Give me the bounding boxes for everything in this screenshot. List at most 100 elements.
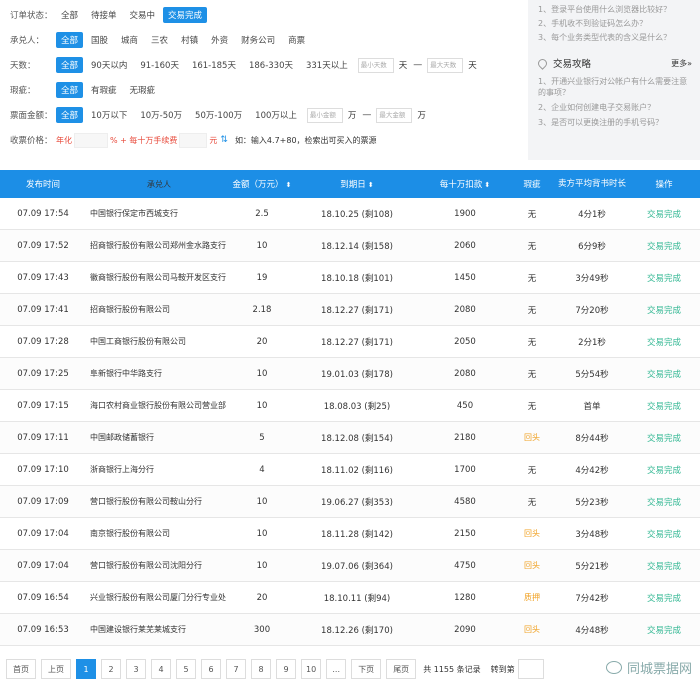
goto-page-input[interactable] [517, 659, 544, 679]
option-trading[interactable]: 交易中 [125, 7, 161, 23]
deduction-cell: 1450 [454, 272, 476, 283]
acceptor-cell: 阜新银行中华路支行 [90, 369, 162, 378]
filter-order-status: 订单状态： 全部 待接单 交易中 交易完成 [10, 4, 528, 26]
endorse-time-cell: 3分48秒 [575, 529, 609, 540]
option-all[interactable]: 全部 [56, 32, 84, 48]
option-sannong[interactable]: 三农 [146, 32, 173, 48]
endorse-time-cell: 首单 [583, 401, 601, 412]
filter-amount: 票面金额： 全部 10万以下 10万-50万 50万-100万 100万以上 最… [10, 104, 528, 126]
faq-link[interactable]: 2、手机收不到验证码怎么办？ [538, 18, 692, 30]
col-due-date[interactable]: 到期日 ⬍ [292, 178, 422, 190]
trade-done-link[interactable]: 交易完成 [628, 336, 700, 348]
option-pending[interactable]: 待接单 [86, 7, 122, 23]
flaw-cell: 无 [527, 497, 537, 508]
option-days-161-185[interactable]: 161-185天 [187, 57, 241, 73]
filter-label: 瑕疵： [10, 86, 36, 96]
trade-done-link[interactable]: 交易完成 [628, 592, 700, 604]
page-number-button[interactable]: 2 [101, 659, 121, 679]
trade-done-link[interactable]: 交易完成 [628, 432, 700, 444]
page-number-button[interactable]: 4 [151, 659, 171, 679]
guide-link[interactable]: 2、企业如何创建电子交易账户？ [538, 102, 692, 113]
option-amount-50-100[interactable]: 50万-100万 [190, 107, 247, 123]
trade-done-link[interactable]: 交易完成 [628, 496, 700, 508]
max-days-input[interactable]: 最大天数 [427, 57, 464, 73]
option-amount-10[interactable]: 10万以下 [86, 107, 132, 123]
trade-done-link[interactable]: 交易完成 [628, 240, 700, 252]
option-waizi[interactable]: 外资 [206, 32, 233, 48]
sort-toggle-icon[interactable]: ⇅ [220, 135, 228, 145]
page-number-button[interactable]: 7 [226, 659, 246, 679]
option-days-91-160[interactable]: 91-160天 [135, 57, 184, 73]
due-date-cell: 18.10.18 (剩101) [321, 273, 393, 284]
page-number-button[interactable]: 9 [276, 659, 296, 679]
max-amount-input[interactable]: 最大金额 [376, 107, 413, 123]
trade-done-link[interactable]: 交易完成 [628, 464, 700, 476]
option-days-186-330[interactable]: 186-330天 [244, 57, 298, 73]
trade-done-link[interactable]: 交易完成 [628, 304, 700, 316]
page-number-button[interactable]: 6 [201, 659, 221, 679]
option-cunzhen[interactable]: 村镇 [176, 32, 203, 48]
option-all[interactable]: 全部 [56, 57, 84, 73]
page-number-button[interactable]: 3 [126, 659, 146, 679]
option-no-flaw[interactable]: 无瑕疵 [125, 82, 161, 98]
trade-done-link[interactable]: 交易完成 [628, 400, 700, 412]
acceptor-cell: 兴业银行股份有限公司厦门分行专业处 [90, 593, 226, 602]
page-number-button[interactable]: ... [326, 659, 347, 679]
min-days-input[interactable]: 最小天数 [357, 57, 394, 73]
faq-link[interactable]: 3、每个业务类型代表的含义是什么？ [538, 32, 692, 44]
due-date-cell: 18.12.26 (剩170) [321, 625, 393, 636]
faq-link[interactable]: 1、登录平台使用什么浏览器比较好？ [538, 4, 692, 16]
endorse-time-cell: 5分54秒 [575, 369, 609, 380]
trade-done-link[interactable]: 交易完成 [628, 272, 700, 284]
option-has-flaw[interactable]: 有瑕疵 [86, 82, 122, 98]
option-finance-company[interactable]: 财务公司 [236, 32, 280, 48]
due-date-cell: 19.06.27 (剩353) [321, 497, 393, 508]
first-page-button[interactable]: 首页 [6, 659, 36, 679]
acceptor-cell: 海口农村商业银行股份有限公司营业部 [90, 401, 226, 410]
page-number-button[interactable]: 1 [76, 659, 96, 679]
col-deduction[interactable]: 每十万扣款 ⬍ [422, 178, 508, 190]
fee-input[interactable] [179, 132, 208, 148]
last-page-button[interactable]: 尾页 [386, 659, 417, 679]
option-completed[interactable]: 交易完成 [163, 7, 208, 23]
guide-link[interactable]: 1、开通兴业银行对公帐户有什么需要注意的事项？ [538, 76, 692, 98]
trade-done-link[interactable]: 交易完成 [628, 368, 700, 380]
guide-title: 交易攻略 [553, 59, 592, 70]
option-guogu[interactable]: 国股 [86, 32, 113, 48]
deduction-cell: 4580 [454, 496, 476, 507]
prev-page-button[interactable]: 上页 [41, 659, 71, 679]
trade-done-link[interactable]: 交易完成 [628, 624, 700, 636]
amount-cell: 10 [256, 400, 268, 411]
amount-unit: 万 [417, 111, 426, 121]
page-number-button[interactable]: 8 [251, 659, 271, 679]
option-days-331[interactable]: 331天以上 [301, 57, 353, 73]
option-all[interactable]: 全部 [56, 107, 84, 123]
trade-done-link[interactable]: 交易完成 [628, 528, 700, 540]
flaw-cell: 无 [527, 305, 537, 316]
publish-time-cell: 07.09 16:54 [17, 592, 69, 603]
col-amount[interactable]: 金额（万元） ⬍ [232, 178, 292, 190]
option-amount-100[interactable]: 100万以上 [250, 107, 302, 123]
amount-cell: 2.5 [255, 208, 269, 219]
flaw-cell: 回头 [524, 625, 540, 634]
col-flaw: 瑕疵 [523, 180, 541, 190]
trade-done-link[interactable]: 交易完成 [628, 208, 700, 220]
min-amount-input[interactable]: 最小金额 [306, 107, 343, 123]
option-days-90[interactable]: 90天以内 [86, 57, 132, 73]
option-all[interactable]: 全部 [56, 7, 83, 23]
table-row: 07.09 17:28 中国工商银行股份有限公司 20 18.12.27 (剩171)… [0, 326, 700, 358]
flaw-cell: 无 [527, 241, 537, 252]
annual-rate-input[interactable] [74, 132, 108, 148]
next-page-button[interactable]: 下页 [351, 659, 382, 679]
trade-done-link[interactable]: 交易完成 [628, 560, 700, 572]
option-all[interactable]: 全部 [56, 82, 84, 98]
due-date-cell: 18.12.27 (剩171) [321, 337, 393, 348]
page-number-button[interactable]: 5 [176, 659, 196, 679]
option-amount-10-50[interactable]: 10万-50万 [135, 107, 187, 123]
option-commercial[interactable]: 商票 [283, 32, 310, 48]
more-link[interactable]: 更多» [671, 58, 692, 69]
endorse-time-cell: 4分48秒 [575, 625, 609, 636]
guide-link[interactable]: 3、是否可以更换注册的手机号码？ [538, 117, 692, 128]
option-chengshang[interactable]: 城商 [116, 32, 143, 48]
page-number-button[interactable]: 10 [301, 659, 322, 679]
